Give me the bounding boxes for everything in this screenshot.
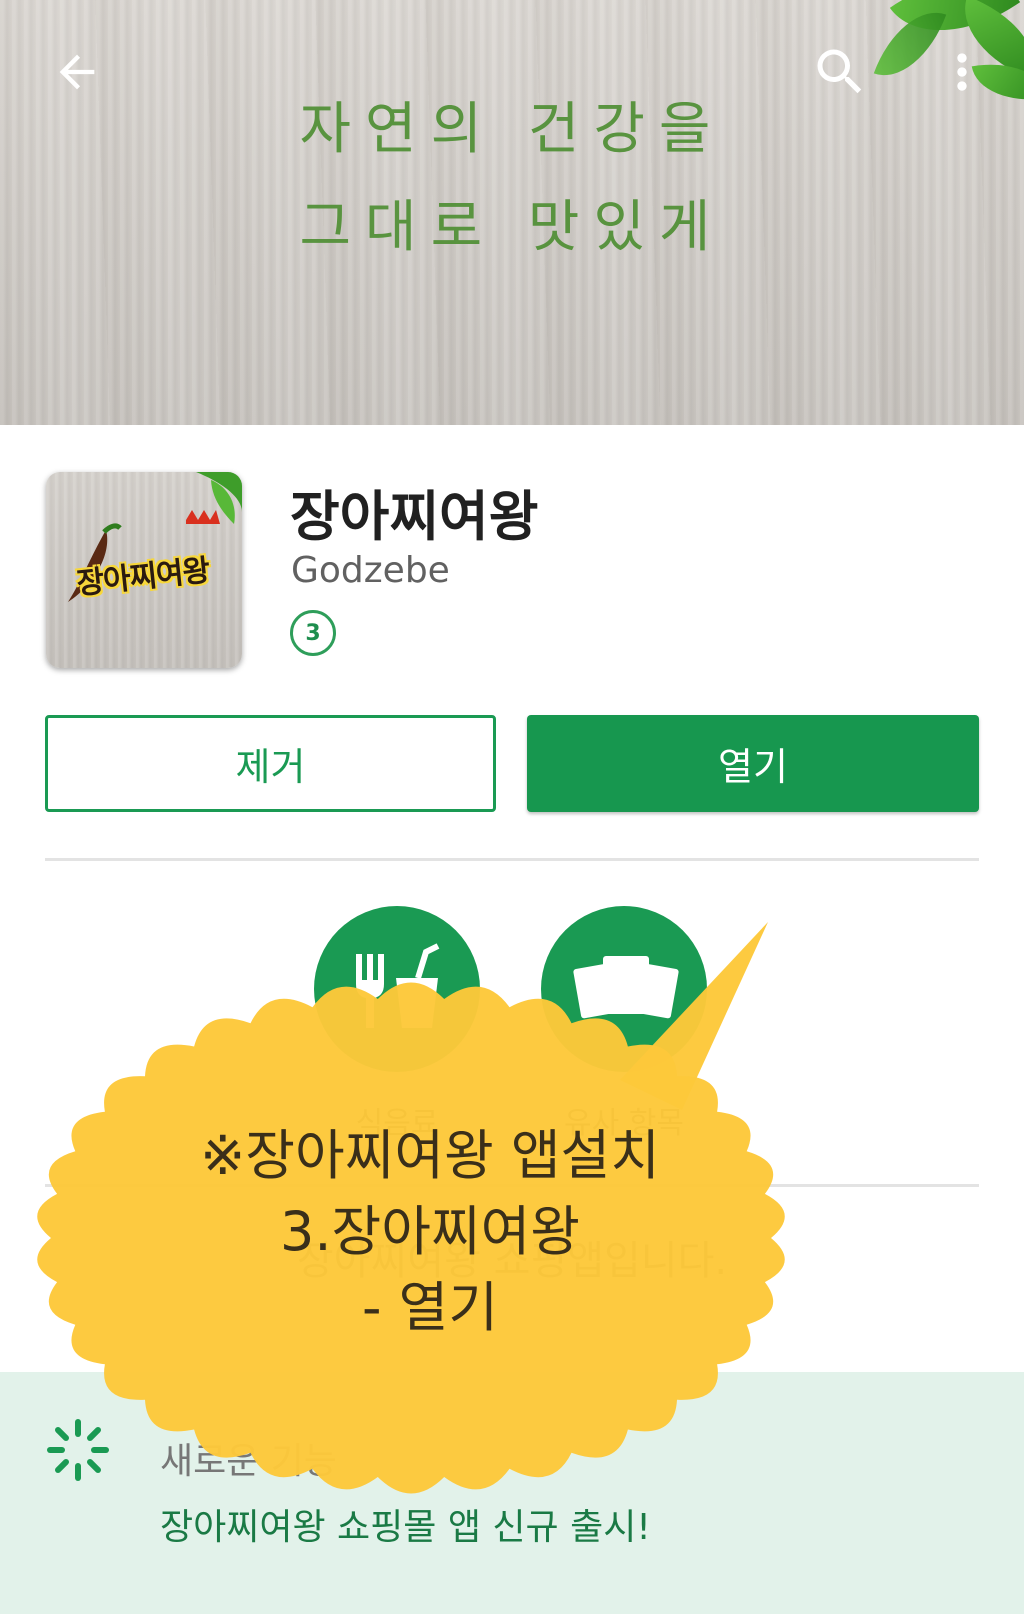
overflow-menu-button[interactable]	[930, 40, 994, 104]
whats-new-text: 장아찌여왕 쇼핑몰 앱 신규 출시!	[160, 1507, 651, 1548]
more-vert-icon	[957, 53, 967, 91]
divider	[45, 858, 979, 861]
category-food-drink[interactable]	[314, 906, 480, 1072]
developer-link[interactable]: Godzebe	[291, 550, 450, 591]
content-rating-badge[interactable]: 3	[290, 610, 336, 656]
arrow-left-icon	[59, 54, 95, 90]
callout-line2: 3.장아찌여왕	[280, 1200, 580, 1263]
callout-text: ※장아찌여왕 앱설치 3.장아찌여왕 - 열기	[150, 1118, 710, 1346]
search-button[interactable]	[808, 40, 872, 104]
sparkle-icon	[46, 1418, 110, 1486]
category-similar[interactable]	[541, 906, 707, 1072]
back-button[interactable]	[45, 40, 109, 104]
whats-new-section[interactable]	[0, 1372, 1024, 1614]
similar-items-icon	[573, 956, 679, 1019]
app-title: 장아찌여왕	[290, 485, 539, 548]
category-circle	[541, 906, 707, 1072]
open-button[interactable]: 열기	[527, 715, 979, 812]
search-icon	[817, 49, 862, 94]
category-circle	[314, 906, 480, 1072]
uninstall-button[interactable]: 제거	[45, 715, 496, 812]
feature-graphic: 자연의 건강을 그대로 맛있게	[0, 0, 1024, 425]
app-icon: 장아찌여왕	[46, 472, 242, 668]
callout-line3: - 열기	[361, 1276, 498, 1339]
callout-line1: ※장아찌여왕 앱설치	[200, 1124, 660, 1187]
food-drink-icon	[356, 943, 440, 1028]
header-slogan-line2: 그대로 맛있게	[299, 195, 725, 260]
whats-new-title: 새로운 기능	[160, 1441, 338, 1482]
